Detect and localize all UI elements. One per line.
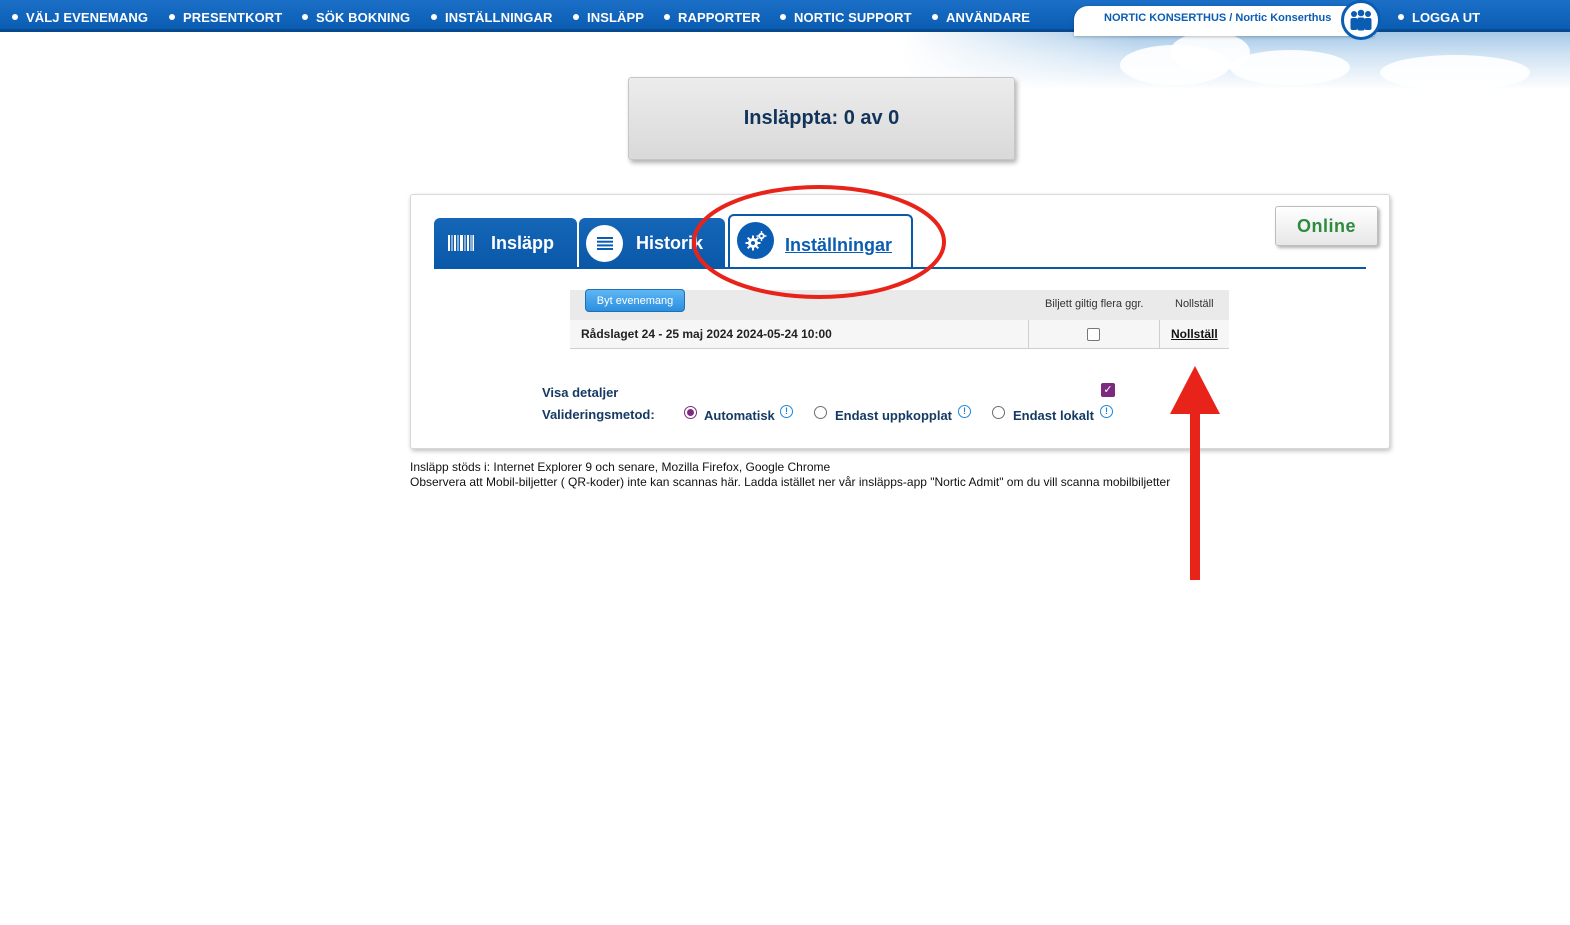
radio-endast-lokalt[interactable] (992, 406, 1005, 419)
radio-endast-lokalt-label: Endast lokalt (1013, 408, 1094, 423)
nav-rapporter[interactable]: RAPPORTER (664, 10, 761, 25)
logout-link[interactable]: LOGGA UT (1398, 10, 1480, 25)
validation-method-label: Valideringsmetod: (542, 407, 655, 422)
event-name: Rådslaget 24 - 25 maj 2024 2024-05-24 10… (581, 327, 832, 341)
users-group-icon[interactable] (1341, 0, 1381, 40)
show-details-label: Visa detaljer (542, 385, 619, 400)
nav-installningar[interactable]: INSTÄLLNINGAR (431, 10, 552, 25)
radio-endast-uppkopplat[interactable] (814, 406, 827, 419)
tab-historik[interactable]: Historik (579, 218, 725, 269)
nav-sok-bokning[interactable]: SÖK BOKNING (302, 10, 410, 25)
info-icon[interactable]: ! (780, 405, 793, 418)
info-icon[interactable]: ! (958, 405, 971, 418)
nav-valj-evenemang[interactable]: VÄLJ EVENEMANG (12, 10, 148, 25)
online-status-button[interactable]: Online (1275, 206, 1378, 246)
tab-inslapp-label: Insläpp (491, 233, 555, 253)
nav-anvandare[interactable]: ANVÄNDARE (932, 10, 1030, 25)
browser-support-note: Insläpp stöds i: Internet Explorer 9 och… (410, 460, 831, 474)
admitted-counter: Insläppta: 0 av 0 (628, 77, 1015, 160)
column-divider (1159, 320, 1160, 349)
radio-automatisk-label: Automatisk (704, 408, 775, 423)
tab-installningar[interactable]: Inställningar (728, 214, 913, 269)
admitted-counter-text: Insläppta: 0 av 0 (743, 107, 900, 129)
reset-link[interactable]: Nollställ (1171, 327, 1218, 341)
change-event-button[interactable]: Byt evenemang (585, 289, 685, 312)
radio-automatisk[interactable] (684, 406, 697, 419)
barcode-icon (448, 235, 474, 256)
nav-presentkort[interactable]: PRESENTKORT (169, 10, 282, 25)
tab-inslapp[interactable]: Insläpp (434, 218, 577, 269)
radio-endast-uppkopplat-label: Endast uppkopplat (835, 408, 952, 423)
tab-underline (434, 267, 1366, 269)
nav-nortic-support[interactable]: NORTIC SUPPORT (780, 10, 912, 25)
header-multi-valid: Biljett giltig flera ggr. (1045, 298, 1144, 310)
multi-valid-checkbox[interactable] (1087, 328, 1100, 341)
tab-historik-label: Historik (636, 233, 704, 253)
mobile-ticket-note: Observera att Mobil-biljetter ( QR-koder… (410, 475, 1171, 489)
column-divider (1028, 320, 1029, 349)
show-details-checkbox[interactable]: ✓ (1101, 383, 1115, 397)
organization-label: NORTIC KONSERTHUS / Nortic Konserthus (1104, 12, 1332, 24)
tab-installningar-label: Inställningar (785, 235, 893, 255)
gears-icon (737, 222, 774, 259)
nav-inslapp[interactable]: INSLÄPP (573, 10, 644, 25)
header-reset: Nollställ (1175, 298, 1214, 310)
list-icon (586, 225, 623, 262)
info-icon[interactable]: ! (1100, 405, 1113, 418)
